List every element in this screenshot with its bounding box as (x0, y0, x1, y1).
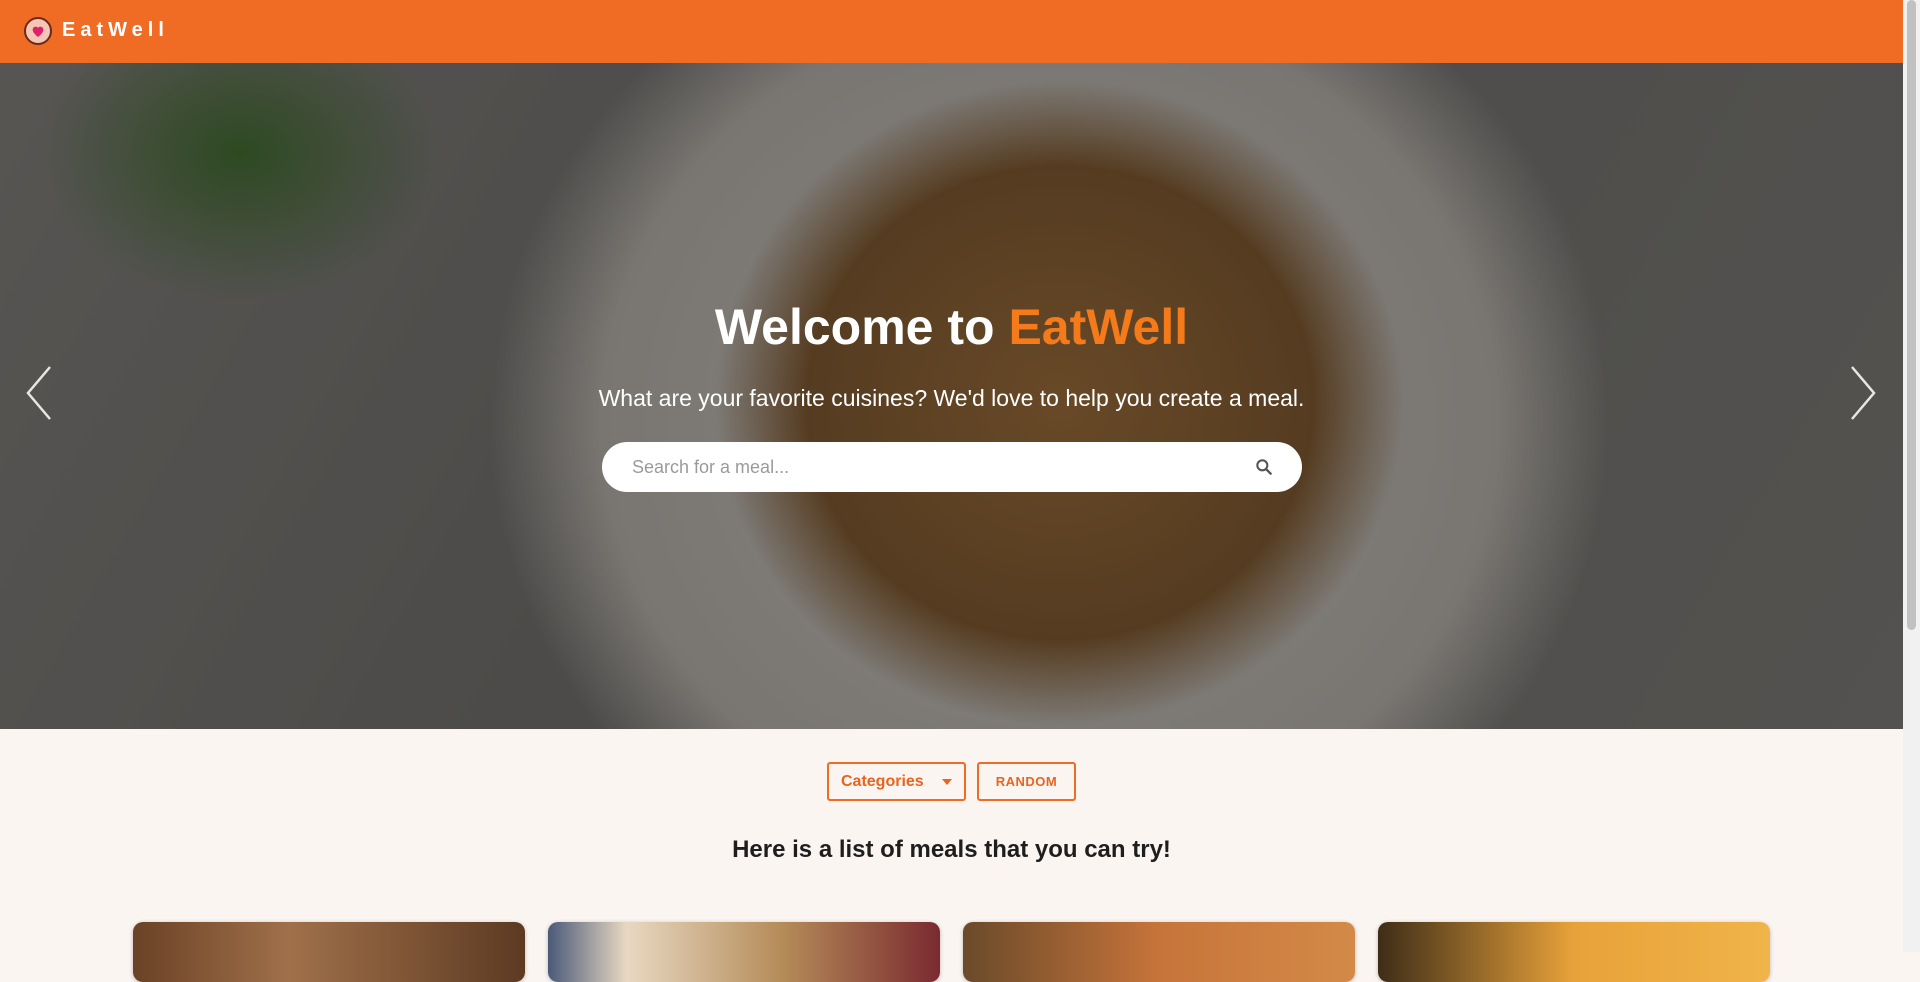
meal-card[interactable] (963, 922, 1355, 982)
top-navbar: EatWell (0, 0, 1903, 63)
heart-icon (32, 26, 44, 37)
hero-title-prefix: Welcome to (714, 299, 1009, 355)
carousel-next-icon[interactable] (1846, 363, 1880, 423)
categories-label: Categories (841, 772, 924, 790)
search-input[interactable] (630, 455, 1214, 479)
scrollbar-thumb[interactable] (1907, 0, 1916, 630)
meal-controls: Categories RANDOM (0, 762, 1903, 801)
categories-dropdown[interactable]: Categories (827, 762, 966, 801)
random-button[interactable]: RANDOM (977, 762, 1076, 801)
hero-title: Welcome to EatWell (0, 298, 1903, 356)
heart-logo-icon[interactable] (24, 17, 52, 45)
search-icon[interactable] (1254, 457, 1274, 477)
meal-card[interactable] (1378, 922, 1770, 982)
carousel-prev-icon[interactable] (22, 363, 56, 423)
brand-name[interactable]: EatWell (62, 19, 169, 42)
meal-list-heading: Here is a list of meals that you can try… (732, 836, 1171, 863)
page-scrollbar[interactable] (1903, 0, 1920, 952)
hero-title-accent: EatWell (1008, 299, 1189, 355)
caret-down-icon (942, 778, 952, 785)
hero-subtitle: What are your favorite cuisines? We'd lo… (598, 385, 1305, 411)
hero-carousel: Welcome to EatWell What are your favorit… (0, 63, 1903, 729)
search-bar (602, 442, 1302, 492)
meal-card[interactable] (548, 922, 940, 982)
meal-card[interactable] (133, 922, 525, 982)
